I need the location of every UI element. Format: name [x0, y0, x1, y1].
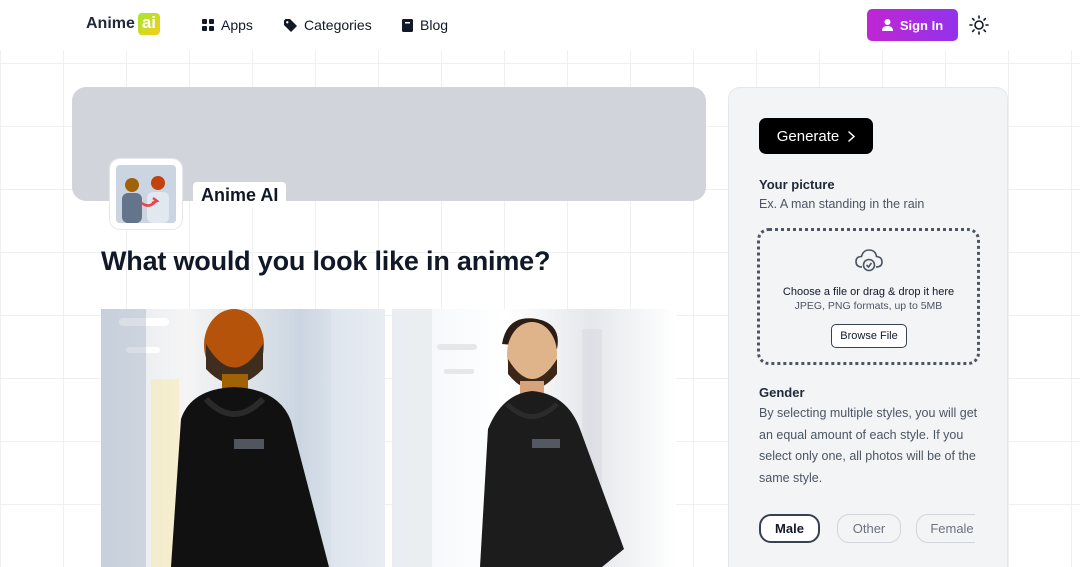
nav-blog[interactable]: Blog — [402, 17, 448, 33]
picture-label: Your picture — [759, 177, 835, 192]
gender-hint: By selecting multiple styles, you will g… — [759, 406, 978, 485]
gender-options: Male Other Female — [759, 514, 975, 544]
nav-apps[interactable]: Apps — [202, 17, 253, 33]
app-name: Anime AI — [193, 182, 287, 208]
nav-apps-label: Apps — [221, 17, 253, 33]
chevron-right-icon — [848, 130, 856, 142]
gender-label: Gender — [759, 385, 805, 400]
file-dropzone[interactable]: Choose a file or drag & drop it here JPE… — [757, 228, 980, 365]
logo-badge: ai — [137, 13, 160, 35]
app-thumbnail — [110, 159, 182, 229]
sign-in-button[interactable]: Sign In — [867, 9, 958, 41]
sun-icon[interactable] — [969, 15, 989, 35]
nav-categories-label: Categories — [304, 17, 372, 33]
browse-file-button[interactable]: Browse File — [831, 324, 907, 348]
picture-hint: Ex. A man standing in the rain — [759, 197, 925, 211]
nav-blog-label: Blog — [420, 17, 449, 33]
dropzone-subtitle: JPEG, PNG formats, up to 5MB — [794, 300, 943, 312]
gender-option-male[interactable]: Male — [759, 514, 820, 543]
book-icon — [402, 18, 413, 32]
logo-text: Anime — [86, 15, 135, 32]
page-headline: What would you look like in anime? — [101, 246, 551, 276]
grid-icon — [202, 19, 214, 31]
gender-option-female[interactable]: Female — [916, 514, 975, 543]
generate-panel: Generate Your picture Ex. A man standing… — [728, 87, 1008, 567]
generate-label: Generate — [776, 127, 840, 145]
cloud-upload-icon — [855, 249, 883, 272]
app-thumbnail-image — [116, 165, 176, 223]
example-photo-anime — [392, 309, 676, 567]
example-photo-original — [101, 309, 385, 567]
nav-categories[interactable]: Categories — [284, 17, 372, 33]
sign-in-label: Sign In — [899, 17, 944, 33]
generate-button[interactable]: Generate — [759, 118, 873, 154]
portrait-pair-illustration — [116, 165, 176, 223]
tag-icon — [284, 18, 297, 32]
dropzone-title: Choose a file or drag & drop it here — [782, 286, 955, 298]
user-icon — [881, 19, 893, 31]
top-nav: Anime ai Apps Categories Blog Sign In — [0, 0, 1080, 50]
gender-option-other[interactable]: Other — [837, 514, 901, 543]
logo[interactable]: Anime ai — [86, 13, 160, 35]
